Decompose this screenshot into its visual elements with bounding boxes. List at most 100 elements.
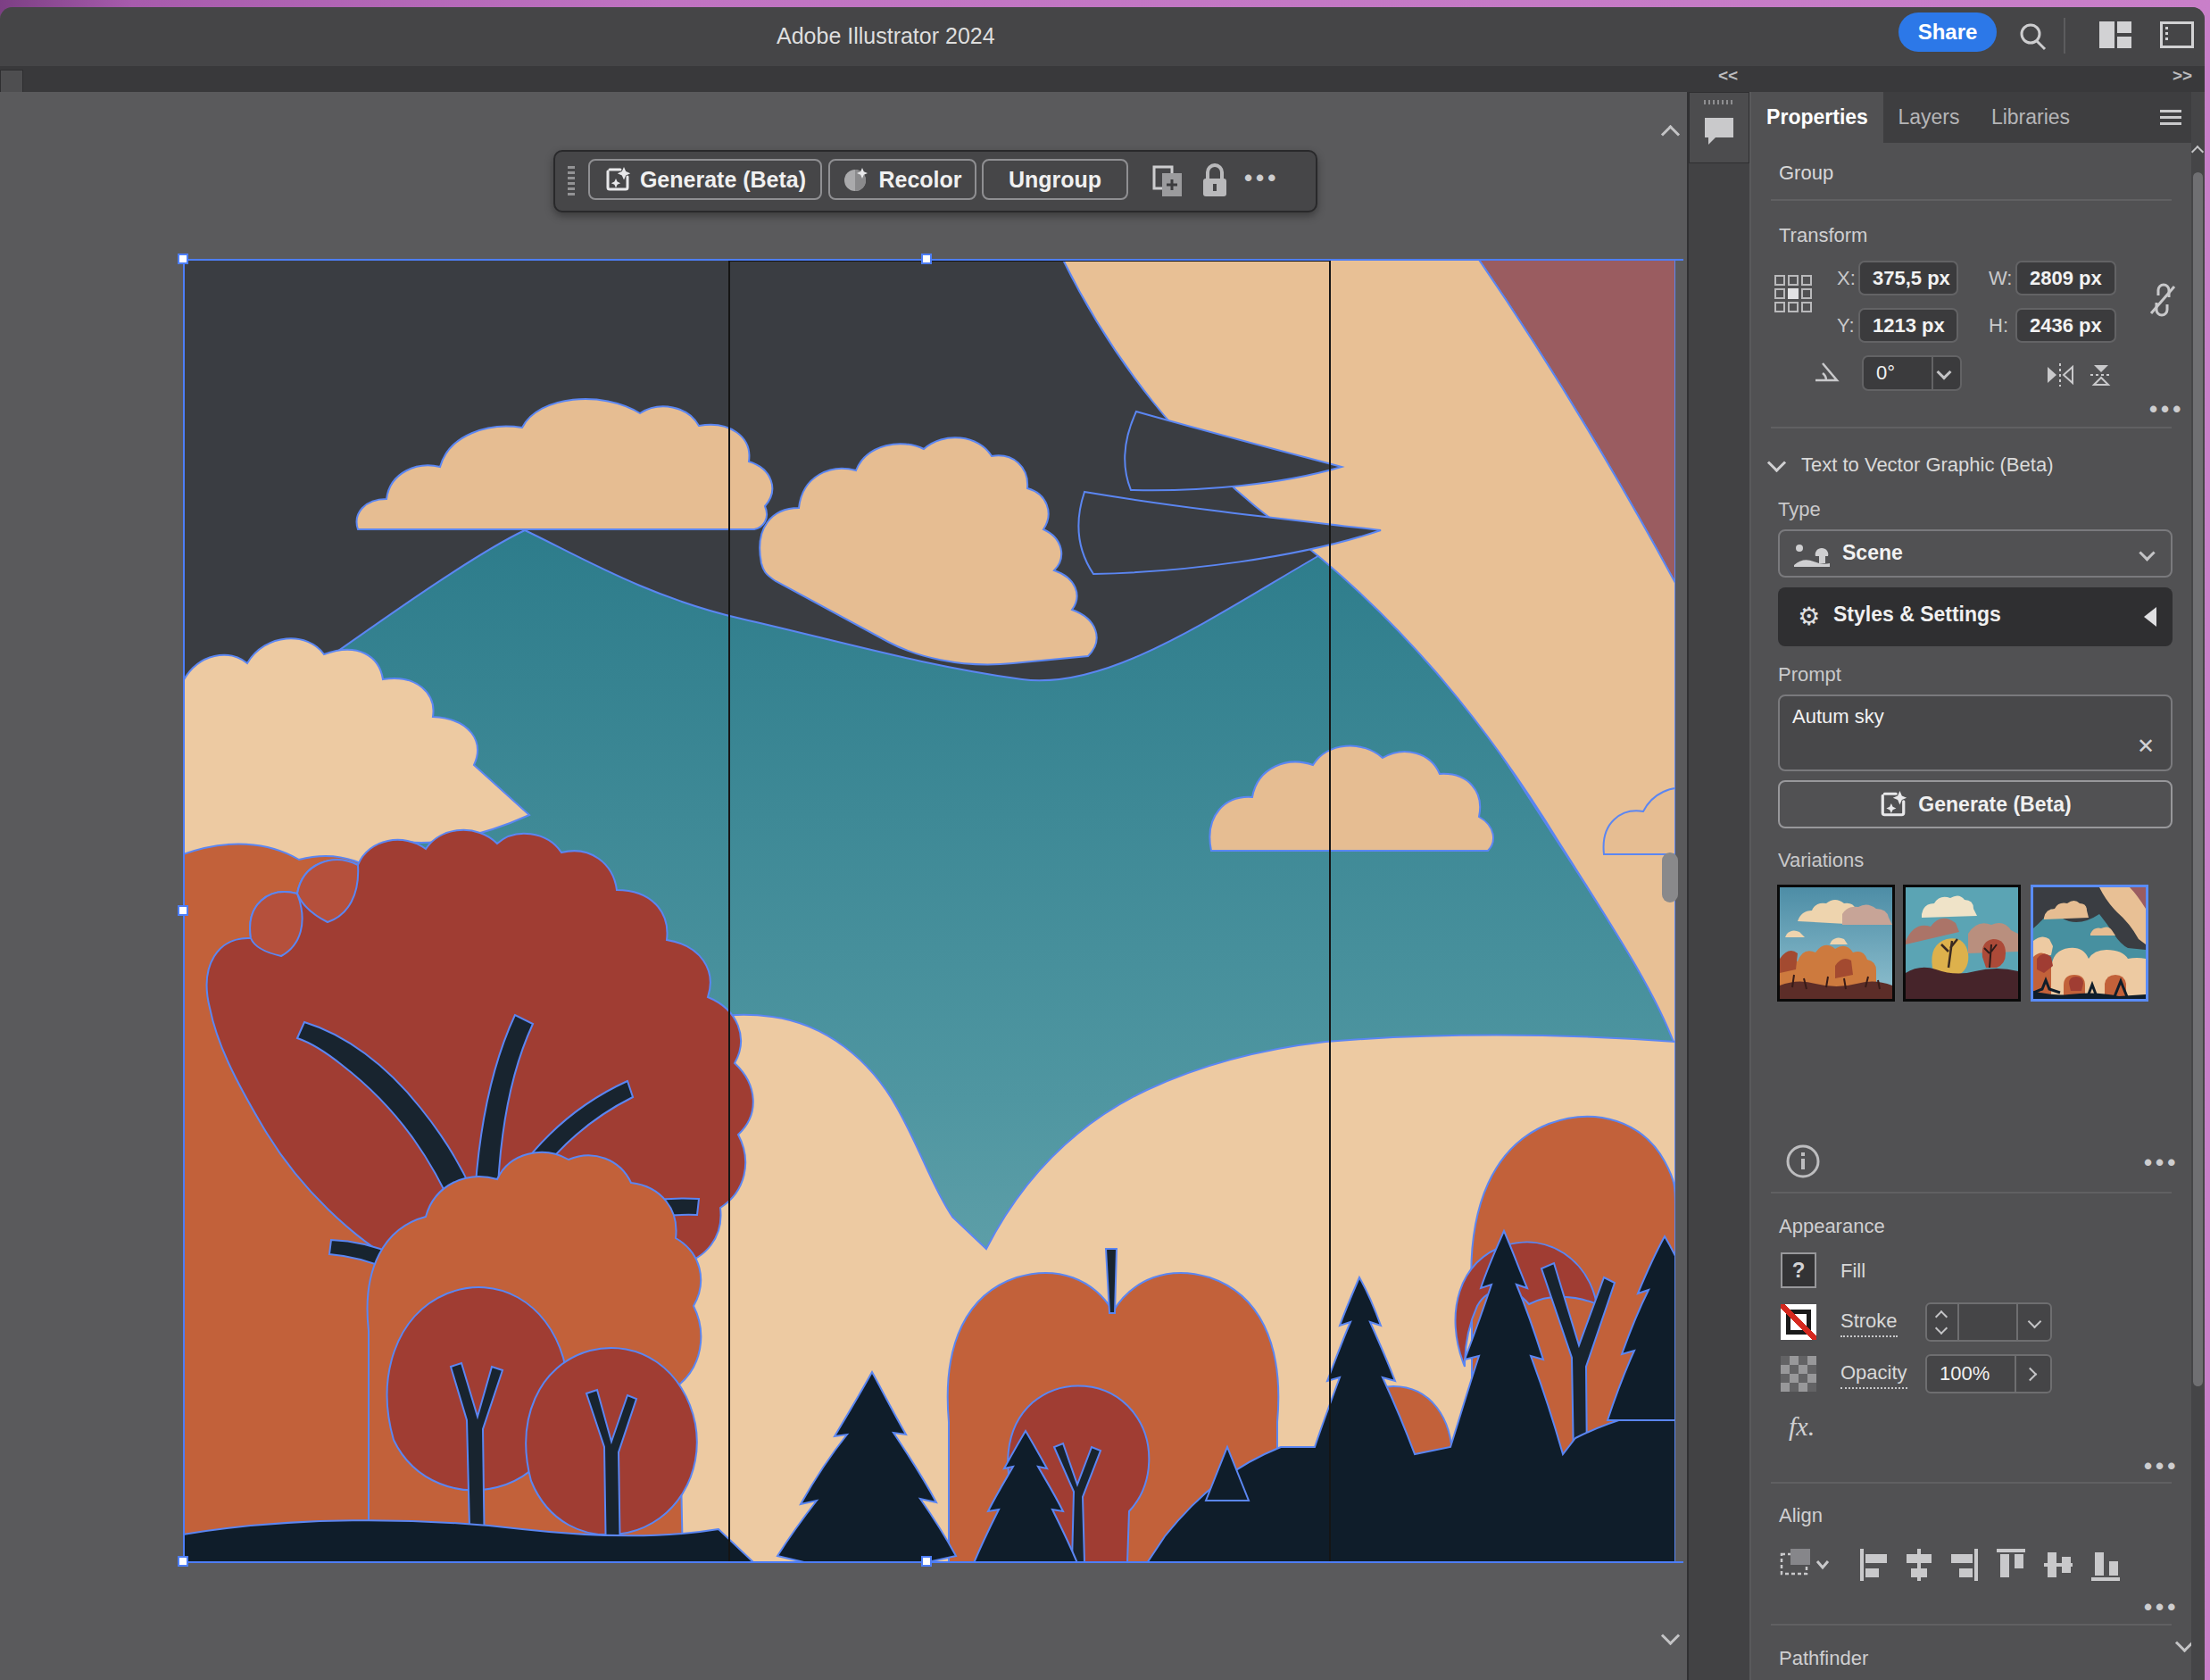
w-label: W: bbox=[1989, 267, 2012, 290]
tab-properties[interactable]: Properties bbox=[1751, 92, 1883, 143]
prompt-input[interactable]: Autum sky ✕ bbox=[1778, 694, 2173, 771]
align-more-icon[interactable]: ••• bbox=[2144, 1593, 2179, 1621]
styles-settings-label: Styles & Settings bbox=[1833, 603, 2001, 627]
title-bar bbox=[0, 7, 2205, 66]
canvas[interactable]: Generate (Beta) Recolor Ungroup ••• Sele bbox=[0, 92, 1685, 1657]
prompt-label: Prompt bbox=[1778, 663, 1841, 686]
selection-handle-bottom-center[interactable] bbox=[921, 1556, 932, 1567]
collapse-left-icon[interactable]: << bbox=[1718, 66, 1738, 86]
generate-beta-button[interactable]: Generate (Beta) bbox=[588, 159, 822, 200]
info-icon[interactable] bbox=[1785, 1144, 1821, 1179]
stroke-swatch[interactable] bbox=[1781, 1304, 1816, 1340]
duplicate-icon[interactable] bbox=[1151, 164, 1185, 198]
selection-handle-middle-left[interactable] bbox=[178, 905, 188, 916]
ungroup-label: Ungroup bbox=[1009, 167, 1101, 193]
t2v-collapse-icon[interactable] bbox=[1770, 456, 1783, 473]
comments-icon[interactable] bbox=[1701, 112, 1737, 148]
t2v-section-label: Text to Vector Graphic (Beta) bbox=[1801, 453, 2053, 477]
h-input[interactable]: 2436 px bbox=[2015, 308, 2116, 343]
selection-handle-top-center[interactable] bbox=[921, 254, 932, 264]
illustrator-window: Adobe Illustrator 2024 Share << >> bbox=[0, 7, 2205, 1680]
flip-vertical-icon[interactable] bbox=[2083, 360, 2119, 390]
prompt-value: Autum sky bbox=[1792, 705, 1884, 728]
selection-bottom-edge[interactable] bbox=[183, 1561, 1683, 1563]
stroke-unit-select[interactable] bbox=[2016, 1302, 2052, 1342]
align-bottom-icon[interactable] bbox=[2090, 1547, 2122, 1583]
rotation-chevron-icon[interactable] bbox=[1939, 365, 1949, 381]
canvas-scroll-up-icon[interactable] bbox=[1664, 128, 1677, 145]
dock-grip bbox=[1704, 100, 1734, 104]
panel-generate-button[interactable]: Generate (Beta) bbox=[1778, 780, 2173, 828]
panel-dock bbox=[1687, 92, 1749, 1680]
lock-icon[interactable] bbox=[1200, 162, 1230, 200]
type-label: Type bbox=[1778, 498, 1821, 521]
align-center-vertical-icon[interactable] bbox=[2042, 1547, 2074, 1583]
align-center-horizontal-icon[interactable] bbox=[1903, 1547, 1935, 1583]
context-task-bar: Generate (Beta) Recolor Ungroup ••• bbox=[553, 150, 1317, 212]
fill-swatch[interactable]: ? bbox=[1781, 1252, 1816, 1288]
variation-thumb-1[interactable] bbox=[1777, 885, 1895, 1002]
fx-button[interactable]: fx. bbox=[1789, 1411, 1815, 1442]
type-value: Scene bbox=[1842, 541, 1903, 565]
document-bar bbox=[0, 66, 2205, 92]
recolor-button[interactable]: Recolor bbox=[828, 159, 976, 200]
opacity-label[interactable]: Opacity bbox=[1840, 1361, 1907, 1389]
window-title: Adobe Illustrator 2024 bbox=[777, 23, 995, 49]
panel-scroll-thumb[interactable] bbox=[2193, 172, 2203, 1386]
w-input[interactable]: 2809 px bbox=[2015, 261, 2116, 295]
transform-more-icon[interactable]: ••• bbox=[2149, 395, 2184, 423]
panel-scrollbar[interactable] bbox=[2191, 92, 2205, 1680]
appearance-more-icon[interactable]: ••• bbox=[2144, 1452, 2179, 1480]
type-select[interactable]: Scene bbox=[1778, 529, 2173, 578]
artwork-autumn-scene[interactable] bbox=[183, 260, 1675, 1563]
x-input[interactable]: 375,5 px bbox=[1858, 261, 1958, 295]
generate-sparkle-icon bbox=[604, 166, 631, 193]
stroke-label[interactable]: Stroke bbox=[1840, 1310, 1898, 1337]
align-right-icon[interactable] bbox=[1948, 1547, 1980, 1583]
ungroup-button[interactable]: Ungroup bbox=[982, 159, 1128, 200]
tab-layers[interactable]: Layers bbox=[1883, 92, 1974, 143]
share-button[interactable]: Share bbox=[1898, 12, 1997, 52]
rotation-select-divider bbox=[1932, 355, 1933, 391]
canvas-vertical-scrollbar[interactable] bbox=[1662, 852, 1678, 902]
y-input[interactable]: 1213 px bbox=[1858, 308, 1958, 343]
gear-icon: ⚙ bbox=[1798, 602, 1820, 631]
opacity-expand[interactable] bbox=[2016, 1354, 2052, 1393]
rotation-value: 0° bbox=[1876, 362, 1895, 385]
constrain-proportions-icon[interactable] bbox=[2144, 279, 2181, 320]
panel-toggle-icon[interactable] bbox=[2160, 21, 2194, 48]
align-left-icon[interactable] bbox=[1858, 1547, 1890, 1583]
scene-icon bbox=[1794, 542, 1830, 567]
prompt-clear-icon[interactable]: ✕ bbox=[2137, 734, 2155, 759]
canvas-scroll-down-icon[interactable] bbox=[1664, 1629, 1677, 1646]
align-to-selection-icon[interactable] bbox=[1778, 1545, 1830, 1584]
opacity-swatch[interactable] bbox=[1781, 1356, 1816, 1392]
flip-horizontal-icon[interactable] bbox=[2042, 360, 2078, 390]
generate-sparkle-icon bbox=[1879, 790, 1907, 819]
desktop: Adobe Illustrator 2024 Share << >> bbox=[0, 0, 2210, 1680]
workspace-icon[interactable] bbox=[2099, 21, 2131, 48]
divider bbox=[1771, 1624, 2172, 1626]
stroke-width-input[interactable] bbox=[1959, 1302, 2016, 1342]
selection-top-edge[interactable] bbox=[183, 259, 1683, 261]
collapse-right-icon[interactable]: >> bbox=[2173, 66, 2192, 86]
taskbar-drag-handle[interactable] bbox=[568, 166, 575, 198]
variation-thumb-2[interactable] bbox=[1903, 885, 2021, 1002]
panel-scroll-down-icon[interactable] bbox=[2178, 1636, 2191, 1653]
styles-settings-button[interactable]: ⚙ Styles & Settings bbox=[1778, 587, 2173, 646]
selection-handle-bottom-left[interactable] bbox=[178, 1556, 188, 1567]
stroke-stepper[interactable] bbox=[1925, 1302, 1959, 1342]
tab-libraries[interactable]: Libraries bbox=[1974, 92, 2087, 143]
panel-menu-icon[interactable] bbox=[2160, 110, 2181, 112]
comments-panel-cell[interactable] bbox=[1689, 92, 1749, 163]
align-top-icon[interactable] bbox=[1995, 1547, 2027, 1583]
taskbar-more-icon[interactable]: ••• bbox=[1244, 164, 1279, 192]
divider bbox=[1771, 1192, 2172, 1193]
t2v-more-icon[interactable]: ••• bbox=[2144, 1149, 2179, 1177]
appearance-section-label: Appearance bbox=[1779, 1215, 1885, 1238]
opacity-input[interactable]: 100% bbox=[1925, 1354, 2016, 1393]
variation-thumb-3[interactable] bbox=[2031, 885, 2148, 1002]
selection-handle-top-left[interactable] bbox=[178, 254, 188, 264]
search-icon[interactable] bbox=[2015, 20, 2051, 55]
reference-point-icon[interactable] bbox=[1774, 275, 1814, 314]
